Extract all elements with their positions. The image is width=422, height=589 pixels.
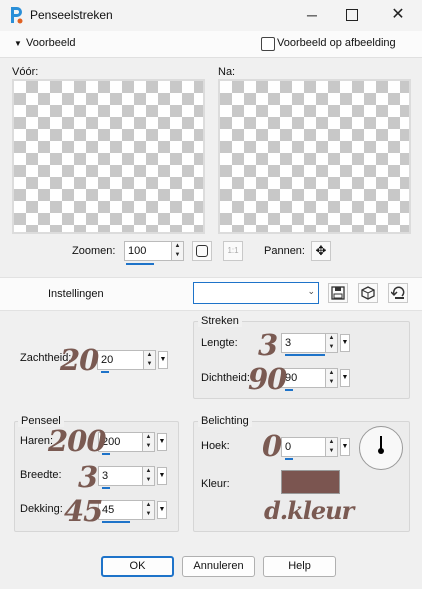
chevron-down-icon[interactable]: ⌄ [307,286,315,297]
width-input[interactable]: 3 ▲ ▼ [98,466,155,489]
ok-button[interactable]: OK [101,556,174,577]
settings-label: Instellingen [48,288,104,300]
minimize-icon[interactable]: ─ [298,4,326,26]
hairs-input[interactable]: 200 ▲ ▼ [98,432,155,455]
preview-on-image-checkbox[interactable] [261,37,275,51]
length-input[interactable]: 3 ▲ ▼ [281,333,338,356]
opacity-input[interactable]: 45 ▲ ▼ [98,500,155,523]
preview-bar: ▼ Voorbeeld Voorbeeld op afbeelding [0,31,422,58]
strokes-title: Streken [198,315,242,327]
reset-icon[interactable] [388,283,408,303]
density-dropdown[interactable]: ▼ [340,369,350,387]
zoom-label: Zoomen: [72,245,116,257]
length-dropdown[interactable]: ▼ [340,334,350,352]
zoom-spinner[interactable]: ▲ ▼ [171,242,183,260]
width-dropdown[interactable]: ▼ [157,467,167,485]
color-swatch[interactable] [281,470,340,494]
angle-annotation: 0 [262,429,282,463]
opacity-annotation: 45 [64,494,103,528]
before-label: Vóór: [12,66,39,78]
density-label: Dichtheid: [201,372,250,384]
save-preset-icon[interactable] [328,283,348,303]
width-label: Breedte: [20,469,62,481]
hairs-dropdown[interactable]: ▼ [157,433,167,451]
density-annotation: 90 [248,362,287,396]
preview-on-image-label: Voorbeeld op afbeelding [277,37,396,49]
angle-dropdown[interactable]: ▼ [340,438,350,456]
chevron-down-icon[interactable]: ▼ [14,39,22,48]
title-bar: Penseelstreken ─ ✕ [0,0,422,31]
opacity-focus-line [102,521,130,523]
length-focus-line [285,354,325,356]
softness-spinner[interactable]: ▲ ▼ [143,351,155,369]
close-icon[interactable]: ✕ [384,4,412,26]
angle-spinner[interactable]: ▲ ▼ [325,438,337,456]
preset-select[interactable]: ⌄ [193,282,319,304]
app-icon [11,7,23,24]
lighting-title: Belichting [198,415,252,427]
zoom-input[interactable]: 100 ▲ ▼ [124,241,184,261]
hairs-annotation: 200 [48,424,107,458]
opacity-spinner[interactable]: ▲ ▼ [142,501,154,519]
softness-focus-line [101,371,109,373]
angle-dial[interactable] [359,426,403,470]
angle-label: Hoek: [201,440,230,452]
zoom-one-to-one-button[interactable]: 1:1 [223,241,243,261]
density-input[interactable]: 90 ▲ ▼ [281,368,338,391]
color-annotation: d.kleur [264,496,354,525]
opacity-label: Dekking: [20,503,63,515]
hairs-spinner[interactable]: ▲ ▼ [142,433,154,451]
after-preview[interactable] [218,79,411,234]
softness-annotation: 20 [60,343,99,377]
maximize-icon[interactable] [338,4,366,26]
width-focus-line [102,487,110,489]
angle-focus-line [285,458,293,460]
softness-input[interactable]: 20 ▲ ▼ [97,350,156,373]
preview-toggle[interactable]: Voorbeeld [26,37,76,49]
color-label: Kleur: [201,478,230,490]
width-spinner[interactable]: ▲ ▼ [142,467,154,485]
help-button[interactable]: Help [263,556,336,577]
randomize-icon[interactable] [358,283,378,303]
opacity-dropdown[interactable]: ▼ [157,501,167,519]
softness-dropdown[interactable]: ▼ [158,351,168,369]
length-label: Lengte: [201,337,238,349]
window-title: Penseelstreken [30,8,113,22]
angle-input[interactable]: 0 ▲ ▼ [281,437,338,460]
before-preview[interactable] [12,79,205,234]
after-label: Na: [218,66,236,78]
cancel-button[interactable]: Annuleren [182,556,255,577]
pan-label: Pannen: [264,245,305,257]
length-spinner[interactable]: ▲ ▼ [325,334,337,352]
density-spinner[interactable]: ▲ ▼ [325,369,337,387]
width-annotation: 3 [78,460,98,494]
zoom-focus-line [126,263,154,265]
pan-icon[interactable]: ✥ [311,241,331,261]
angle-dial-knob [378,448,384,454]
zoom-fit-button[interactable] [192,241,212,261]
settings-bar: Instellingen ⌄ [0,277,422,311]
length-annotation: 3 [258,328,278,362]
